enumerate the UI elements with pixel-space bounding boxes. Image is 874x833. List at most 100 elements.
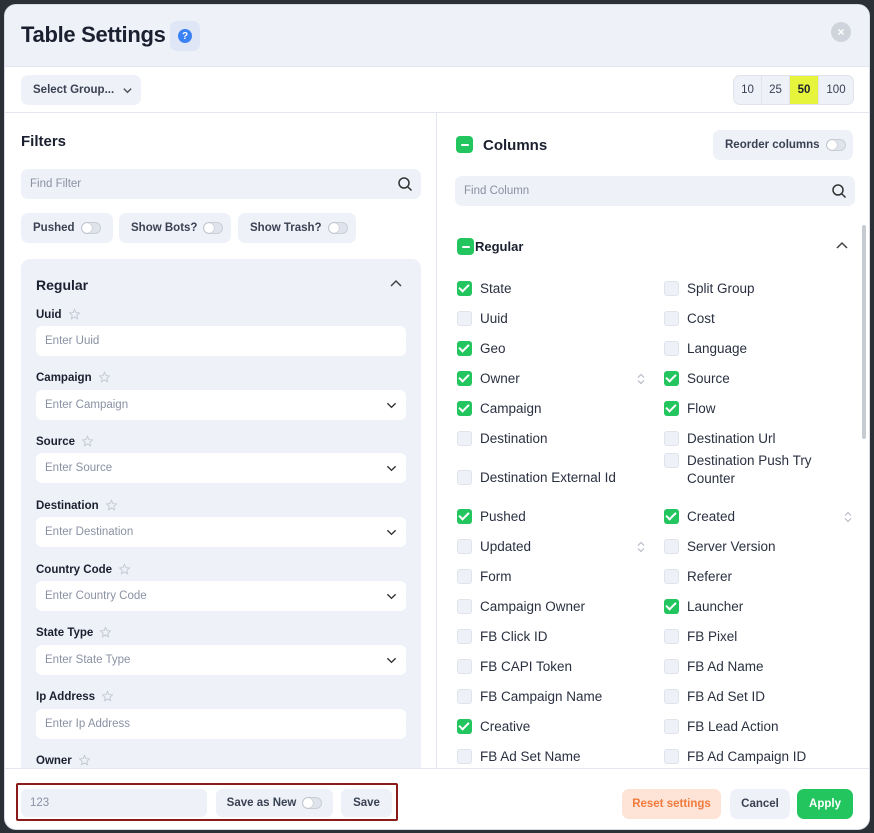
column-option-fb-ad-set-id[interactable]: FB Ad Set ID <box>664 688 854 706</box>
checkbox-unchecked[interactable] <box>457 569 472 584</box>
toggle-pushed[interactable]: Pushed <box>21 213 113 243</box>
checkbox-unchecked[interactable] <box>664 453 679 468</box>
column-option-destination[interactable]: Destination <box>457 430 647 448</box>
column-option-fb-pixel[interactable]: FB Pixel <box>664 628 854 646</box>
chevron-up-icon[interactable] <box>389 277 403 291</box>
checkbox-unchecked[interactable] <box>457 539 472 554</box>
column-option-cost[interactable]: Cost <box>664 310 854 328</box>
column-option-destination-url[interactable]: Destination Url <box>664 430 854 448</box>
checkbox-checked[interactable] <box>457 401 472 416</box>
sort-icon[interactable] <box>637 373 645 385</box>
checkbox-unchecked[interactable] <box>664 629 679 644</box>
save-as-new-toggle[interactable]: Save as New <box>216 789 333 817</box>
toggle-show-trash[interactable]: Show Trash? <box>238 213 356 243</box>
sort-icon[interactable] <box>637 541 645 553</box>
checkbox-checked[interactable] <box>664 401 679 416</box>
sort-icon[interactable] <box>844 511 852 523</box>
checkbox-unchecked[interactable] <box>664 689 679 704</box>
column-option-source[interactable]: Source <box>664 370 854 388</box>
reorder-columns-toggle[interactable]: Reorder columns <box>713 130 853 160</box>
column-option-fb-ad-set-name[interactable]: FB Ad Set Name <box>457 748 647 766</box>
find-column-input[interactable]: Find Column <box>455 176 855 206</box>
column-option-updated[interactable]: Updated <box>457 538 647 556</box>
page-size-10[interactable]: 10 <box>734 76 762 104</box>
uuid-input[interactable]: Enter Uuid <box>36 326 406 356</box>
column-option-uuid[interactable]: Uuid <box>457 310 647 328</box>
help-button[interactable]: ? <box>170 21 200 51</box>
ip-address-input[interactable]: Enter Ip Address <box>36 709 406 739</box>
column-option-creative[interactable]: Creative <box>457 718 647 736</box>
star-icon[interactable] <box>81 435 94 448</box>
page-size-50[interactable]: 50 <box>790 76 819 104</box>
checkbox-unchecked[interactable] <box>664 539 679 554</box>
star-icon[interactable] <box>68 308 81 321</box>
checkbox-checked[interactable] <box>457 509 472 524</box>
toggle-switch[interactable] <box>302 797 323 809</box>
column-option-destination-push-try-counter[interactable]: Destination Push Try Counter <box>664 452 824 488</box>
checkbox-checked[interactable] <box>664 599 679 614</box>
checkbox-unchecked[interactable] <box>664 341 679 356</box>
checkbox-unchecked[interactable] <box>664 659 679 674</box>
column-option-destination-external-id[interactable]: Destination External Id <box>457 469 647 487</box>
checkbox-unchecked[interactable] <box>664 311 679 326</box>
checkbox-unchecked[interactable] <box>457 431 472 446</box>
find-filter-input[interactable]: Find Filter <box>21 169 421 199</box>
select-group-dropdown[interactable]: Select Group... <box>21 75 141 105</box>
star-icon[interactable] <box>101 690 114 703</box>
star-icon[interactable] <box>99 626 112 639</box>
state-type-select[interactable]: Enter State Type <box>36 645 406 675</box>
country-code-select[interactable]: Enter Country Code <box>36 581 406 611</box>
column-option-fb-ad-name[interactable]: FB Ad Name <box>664 658 854 676</box>
preset-name-input[interactable]: 123 <box>21 789 207 817</box>
checkbox-unchecked[interactable] <box>664 431 679 446</box>
toggle-switch[interactable] <box>203 222 224 234</box>
star-icon[interactable] <box>98 371 111 384</box>
column-option-campaign[interactable]: Campaign <box>457 400 647 418</box>
checkbox-unchecked[interactable] <box>664 749 679 764</box>
column-option-campaign-owner[interactable]: Campaign Owner <box>457 598 647 616</box>
column-option-fb-capi-token[interactable]: FB CAPI Token <box>457 658 647 676</box>
checkbox-unchecked[interactable] <box>664 569 679 584</box>
checkbox-unchecked[interactable] <box>457 599 472 614</box>
cancel-button[interactable]: Cancel <box>730 789 790 819</box>
page-size-100[interactable]: 100 <box>819 76 853 104</box>
column-option-fb-click-id[interactable]: FB Click ID <box>457 628 647 646</box>
column-option-owner[interactable]: Owner <box>457 370 647 388</box>
reset-settings-button[interactable]: Reset settings <box>622 789 721 819</box>
apply-button[interactable]: Apply <box>797 789 853 819</box>
campaign-select[interactable]: Enter Campaign <box>36 390 406 420</box>
column-option-fb-campaign-name[interactable]: FB Campaign Name <box>457 688 647 706</box>
column-option-geo[interactable]: Geo <box>457 340 647 358</box>
source-select[interactable]: Enter Source <box>36 453 406 483</box>
column-option-fb-lead-action[interactable]: FB Lead Action <box>664 718 854 736</box>
column-option-flow[interactable]: Flow <box>664 400 854 418</box>
checkbox-checked[interactable] <box>664 371 679 386</box>
checkbox-checked[interactable] <box>457 281 472 296</box>
star-icon[interactable] <box>118 563 131 576</box>
column-option-form[interactable]: Form <box>457 568 647 586</box>
save-button[interactable]: Save <box>341 789 392 817</box>
toggle-show-bots[interactable]: Show Bots? <box>119 213 231 243</box>
toggle-switch[interactable] <box>80 222 101 234</box>
column-option-launcher[interactable]: Launcher <box>664 598 854 616</box>
columns-select-all-checkbox[interactable] <box>456 136 473 153</box>
column-option-fb-ad-campaign-id[interactable]: FB Ad Campaign ID <box>664 748 854 766</box>
page-size-25[interactable]: 25 <box>762 76 790 104</box>
chevron-up-icon[interactable] <box>835 239 849 253</box>
checkbox-unchecked[interactable] <box>457 311 472 326</box>
toggle-switch[interactable] <box>825 139 846 151</box>
checkbox-unchecked[interactable] <box>457 749 472 764</box>
scrollbar[interactable] <box>862 225 866 439</box>
checkbox-unchecked[interactable] <box>457 689 472 704</box>
checkbox-checked[interactable] <box>664 509 679 524</box>
checkbox-unchecked[interactable] <box>457 659 472 674</box>
checkbox-unchecked[interactable] <box>664 719 679 734</box>
column-option-server-version[interactable]: Server Version <box>664 538 854 556</box>
column-option-referer[interactable]: Referer <box>664 568 854 586</box>
close-icon[interactable]: × <box>831 22 851 42</box>
column-option-created[interactable]: Created <box>664 508 854 526</box>
checkbox-unchecked[interactable] <box>664 281 679 296</box>
column-option-state[interactable]: State <box>457 280 647 298</box>
checkbox-checked[interactable] <box>457 371 472 386</box>
column-option-split-group[interactable]: Split Group <box>664 280 854 298</box>
